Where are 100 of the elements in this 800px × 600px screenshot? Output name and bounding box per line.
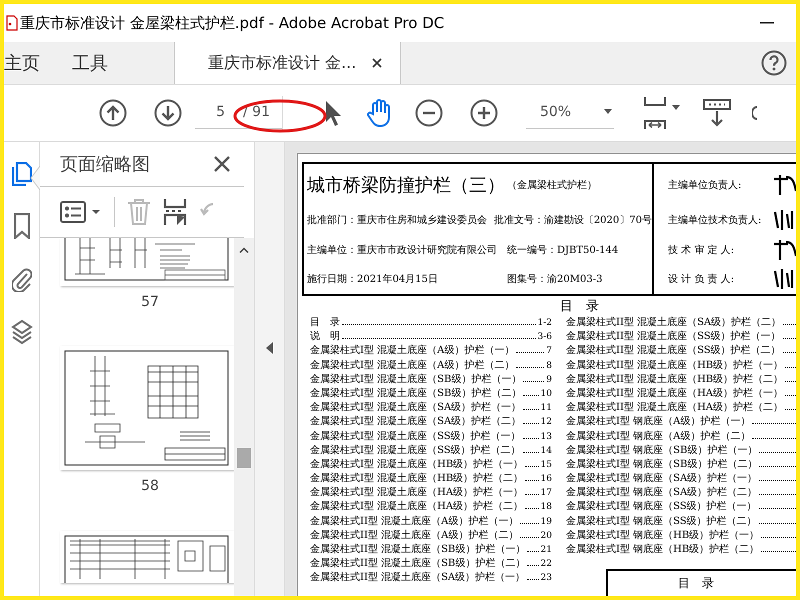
toc-entry: 金属梁柱式I型 混凝土底座（A级）护栏（一） [310, 344, 514, 358]
toc-page-number: 9 [546, 374, 552, 387]
toc-page-number: 17 [540, 487, 552, 500]
fit-page-icon[interactable] [642, 96, 682, 130]
toc-entry: 金属梁柱式II型 混凝土底座（SA级）护栏（一） [310, 571, 526, 584]
toc-entry: 金属梁柱式II型 混凝土底座（SB级）护栏（一） [310, 543, 526, 556]
document-subtitle: （金属梁柱式护栏） [507, 178, 597, 192]
toc-page-number: 21 [540, 544, 552, 557]
signer-label: 技 术 审 定 人: [668, 244, 736, 257]
collapse-icon[interactable] [266, 342, 273, 354]
toc-entry: 金属梁柱式II型 混凝土底座（HB级）护栏（二） [566, 372, 784, 386]
toc-entry: 金属梁柱式II型 混凝土底座（SA级）护栏（二） [566, 316, 782, 329]
toc-page-number: 16 [540, 473, 552, 486]
toc-entry: 金属梁柱式I型 混凝土底座（SA级）护栏（一） [310, 401, 522, 414]
minimize-icon[interactable] [760, 22, 774, 24]
toc-entry: 金属梁柱式I型 钢底座（SS级）护栏（一） [566, 500, 757, 514]
toc-page-number: 14 [540, 444, 552, 458]
nav-tab[interactable]: 工具 [72, 42, 126, 84]
toc-entry: 金属梁柱式I型 混凝土底座（A级）护栏（二） [310, 358, 514, 372]
signature-drawing [772, 208, 796, 232]
insert-page-icon[interactable] [163, 198, 187, 226]
window-title: 重庆市标准设计 金屋梁柱式护栏.pdf - Adobe Acrobat Pro DC [20, 14, 444, 32]
zoom-out-icon[interactable] [414, 99, 443, 127]
hand-icon[interactable] [364, 98, 393, 128]
toc-entry: 金属梁柱式I型 混凝土底座（HA级）护栏（一） [310, 486, 524, 500]
page-label: 57 [141, 294, 159, 310]
info-text: 批准文号：渝建勘设〔2020〕70号 [494, 214, 652, 228]
options-icon[interactable] [60, 201, 102, 223]
toc-entry: 金属梁柱式I型 钢底座（A级）护栏（一） [566, 415, 750, 428]
pdf-file-icon [6, 15, 18, 31]
next-page-icon[interactable] [154, 99, 182, 127]
toc-entry: 金属梁柱式I型 钢底座（HB级）护栏（二） [566, 543, 760, 556]
signer-label: 主编单位技术负责人: [668, 214, 762, 228]
scroll-mode-icon[interactable] [702, 98, 732, 128]
page-thumbnail[interactable] [60, 531, 234, 583]
toc-heading: 目 录 [559, 299, 600, 315]
info-text: 图集号：渝20M03-3 [507, 273, 602, 286]
previous-page-icon[interactable] [99, 99, 127, 127]
page-thumbnail[interactable] [60, 238, 234, 286]
toc-entry: 金属梁柱式I型 钢底座（SB级）护栏（一） [566, 444, 758, 457]
caret-icon [604, 109, 612, 114]
toolbar-icon[interactable] [752, 106, 758, 120]
toc-page-number: 11 [540, 402, 552, 416]
toc-entry: 说 明 [310, 330, 340, 344]
toc-entry: 金属梁柱式I型 混凝土底座（HA级）护栏（二） [310, 500, 524, 514]
toc-page-number: 7 [546, 345, 552, 358]
toc-page-number: 13 [540, 430, 552, 444]
page-number-field[interactable]: 5 [195, 98, 229, 128]
close-icon[interactable] [372, 58, 382, 68]
help-icon[interactable] [761, 50, 787, 76]
scrollbar[interactable] [234, 238, 254, 596]
signature-drawing [772, 238, 796, 262]
layers-icon[interactable] [10, 319, 32, 345]
toc-entry: 金属梁柱式II型 混凝土底座（A级）护栏（一） [310, 514, 518, 528]
signer-label: 主编单位负责人: [668, 178, 742, 192]
paperclip-icon[interactable] [12, 266, 32, 292]
info-text: 统一编号：DJBT50-144 [507, 244, 618, 257]
pages-icon[interactable] [12, 162, 32, 186]
toc-entry: 金属梁柱式I型 钢底座（A级）护栏（二） [566, 430, 750, 442]
info-text: 批准部门：重庆市住房和城乡建设委员会 [307, 214, 488, 228]
scroll-up-icon[interactable] [239, 247, 249, 253]
document-tab[interactable]: 重庆市标准设计 金... [174, 42, 402, 84]
signer-label: 设 计 负 责 人: [668, 272, 736, 286]
signature-drawing [772, 172, 796, 197]
bookmark-icon[interactable] [14, 213, 30, 239]
toc-entry: 金属梁柱式I型 钢底座（SS级）护栏（二） [566, 514, 757, 528]
panel-title: 页面缩略图 [60, 153, 150, 176]
toc-page-number: 23 [540, 572, 552, 586]
close-icon[interactable] [214, 156, 230, 172]
toc-entry: 金属梁柱式I型 钢底座（SB级）护栏（二） [566, 458, 758, 471]
toc-page-number: 15 [540, 458, 552, 472]
toc-entry: 金属梁柱式II型 混凝土底座（SS级）护栏（二） [566, 344, 781, 358]
toc-entry: 金属梁柱式I型 钢底座（SA级）护栏（一） [566, 472, 758, 486]
zoom-dropdown[interactable]: 50% [526, 98, 614, 128]
toc-entry: 目 录 [310, 316, 340, 329]
page-thumbnail[interactable] [60, 346, 234, 470]
toc-entry: 金属梁柱式I型 混凝土底座（SS级）护栏（一） [310, 430, 521, 442]
nav-tab[interactable]: 主页 [4, 42, 58, 84]
toc-entry: 金属梁柱式I型 混凝土底座（HB级）护栏（一） [310, 458, 524, 471]
toc-entry: 金属梁柱式II型 混凝土底座（HA级）护栏（二） [566, 401, 784, 414]
toc-entry: 金属梁柱式I型 混凝土底座（SB级）护栏（一） [310, 372, 522, 386]
toc-entry: 金属梁柱式I型 混凝土底座（HB级）护栏（二） [310, 472, 524, 486]
toc-page-number: 12 [540, 416, 552, 430]
toc-entry: 金属梁柱式I型 钢底座（SA级）护栏（二） [566, 486, 758, 500]
zoom-in-icon[interactable] [470, 99, 498, 127]
toc-entry: 金属梁柱式II型 混凝土底座（HB级）护栏（一） [566, 358, 784, 372]
scrollbar-thumb[interactable] [237, 448, 251, 468]
info-text: 施行日期：2021年04月15日 [307, 272, 439, 286]
toc-entry: 金属梁柱式II型 混凝土底座（A级）护栏（二） [310, 528, 518, 542]
signature-drawing [772, 267, 796, 292]
toc-page-number: 20 [540, 530, 552, 543]
toc-entry: 金属梁柱式I型 混凝土底座（SB级）护栏（二） [310, 386, 522, 400]
toc-page-number: 19 [540, 516, 552, 529]
toc-entry: 金属梁柱式I型 混凝土底座（SS级）护栏（二） [310, 444, 521, 457]
toc-page-number: 3-6 [538, 331, 552, 344]
toc-page-number: 22 [540, 558, 552, 572]
page-label: 58 [141, 478, 159, 494]
toc-page-number: 8 [546, 360, 552, 373]
document-title: 城市桥梁防撞护栏（三） [307, 174, 505, 197]
toc-entry: 金属梁柱式II型 混凝土底座（SS级）护栏（一） [566, 330, 781, 344]
